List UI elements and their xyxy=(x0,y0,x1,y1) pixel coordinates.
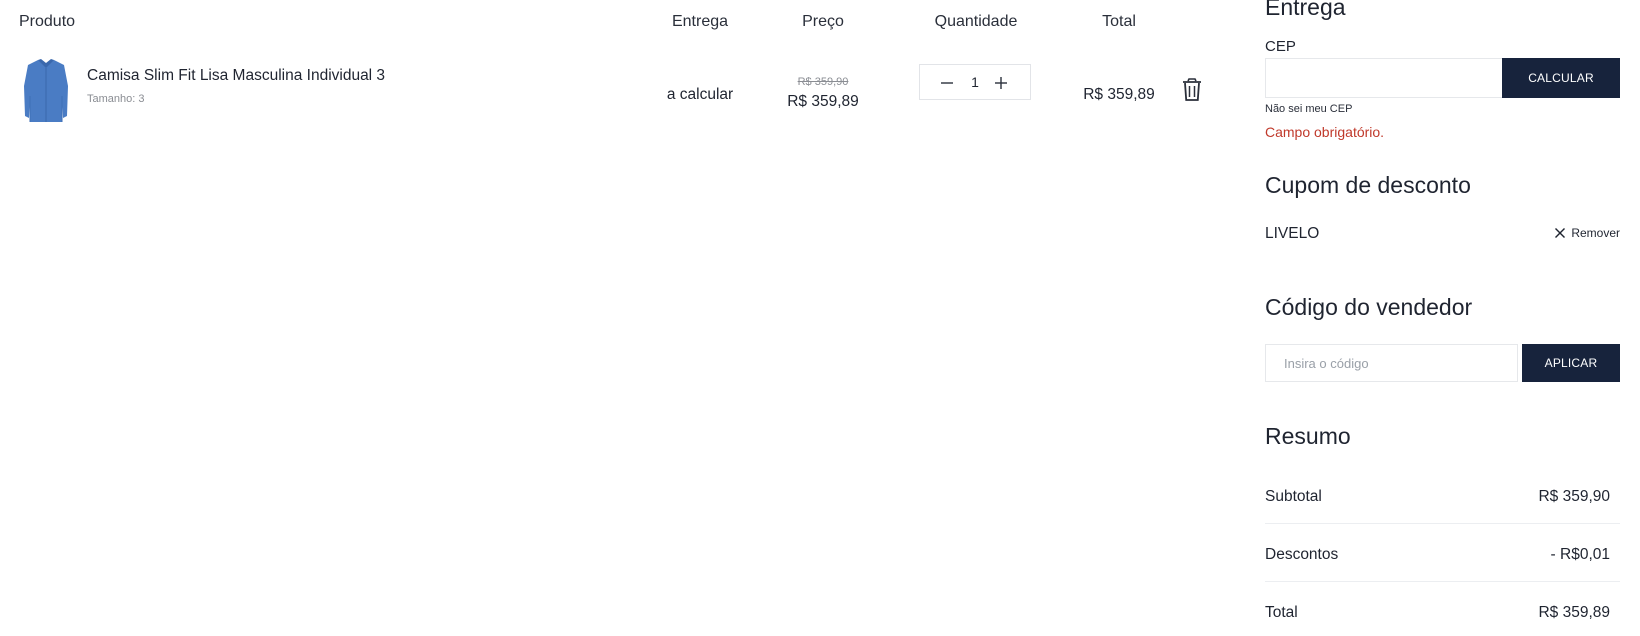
trash-icon[interactable] xyxy=(1181,78,1203,102)
minus-icon xyxy=(941,82,953,84)
quantity-decrease-button[interactable] xyxy=(932,65,962,99)
cart-item-row: Camisa Slim Fit Lisa Masculina Individua… xyxy=(0,52,1240,132)
apply-seller-code-button[interactable]: APLICAR xyxy=(1522,344,1620,382)
item-total: R$ 359,89 xyxy=(1083,86,1155,103)
coupon-title: Cupom de desconto xyxy=(1265,172,1471,198)
summary-subtotal-row: Subtotal R$ 359,90 xyxy=(1265,466,1620,524)
summary-title: Resumo xyxy=(1265,423,1351,449)
product-name[interactable]: Camisa Slim Fit Lisa Masculina Individua… xyxy=(87,67,385,85)
summary-label: Descontos xyxy=(1265,546,1339,563)
header-price: Preço xyxy=(802,13,844,30)
summary-value: R$ 359,89 xyxy=(1538,604,1610,621)
cep-error-message: Campo obrigatório. xyxy=(1265,124,1385,140)
item-price: R$ 359,89 xyxy=(787,93,859,110)
summary-label: Subtotal xyxy=(1265,488,1322,505)
summary-value: R$ 359,90 xyxy=(1538,488,1610,505)
product-thumbnail[interactable] xyxy=(18,56,74,124)
remove-coupon-label: Remover xyxy=(1571,226,1620,240)
summary-value: - R$0,01 xyxy=(1550,546,1610,563)
summary-total-row: Total R$ 359,89 xyxy=(1265,582,1620,636)
product-size: Tamanho: 3 xyxy=(87,93,145,105)
cep-input[interactable] xyxy=(1265,58,1503,98)
shipping-title: Entrega xyxy=(1265,0,1346,20)
quantity-stepper xyxy=(919,64,1031,100)
close-icon xyxy=(1555,228,1566,238)
cart-sidebar: Entrega CEP CALCULAR Não sei meu CEP Cam… xyxy=(1265,0,1620,636)
header-total: Total xyxy=(1102,13,1136,30)
summary-label: Total xyxy=(1265,604,1298,621)
plus-icon xyxy=(995,77,1007,89)
remove-coupon-button[interactable]: Remover xyxy=(1554,226,1620,240)
calculate-shipping-button[interactable]: CALCULAR xyxy=(1502,58,1620,98)
summary-discount-row: Descontos - R$0,01 xyxy=(1265,524,1620,582)
seller-code-input[interactable] xyxy=(1265,344,1518,382)
quantity-increase-button[interactable] xyxy=(986,65,1016,99)
cart-table: Produto Entrega Preço Quantidade Total C… xyxy=(0,0,1240,636)
coupon-code: LIVELO xyxy=(1265,225,1320,242)
header-delivery: Entrega xyxy=(671,13,729,30)
item-old-price: R$ 359,90 xyxy=(797,76,849,88)
header-quantity: Quantidade xyxy=(934,13,1018,30)
seller-code-title: Código do vendedor xyxy=(1265,294,1473,320)
cep-label: CEP xyxy=(1265,38,1296,55)
item-delivery: a calcular xyxy=(666,86,734,103)
header-product: Produto xyxy=(19,13,76,30)
cart-page: Produto Entrega Preço Quantidade Total C… xyxy=(0,0,1640,636)
unknown-cep-link[interactable]: Não sei meu CEP xyxy=(1265,103,1352,115)
